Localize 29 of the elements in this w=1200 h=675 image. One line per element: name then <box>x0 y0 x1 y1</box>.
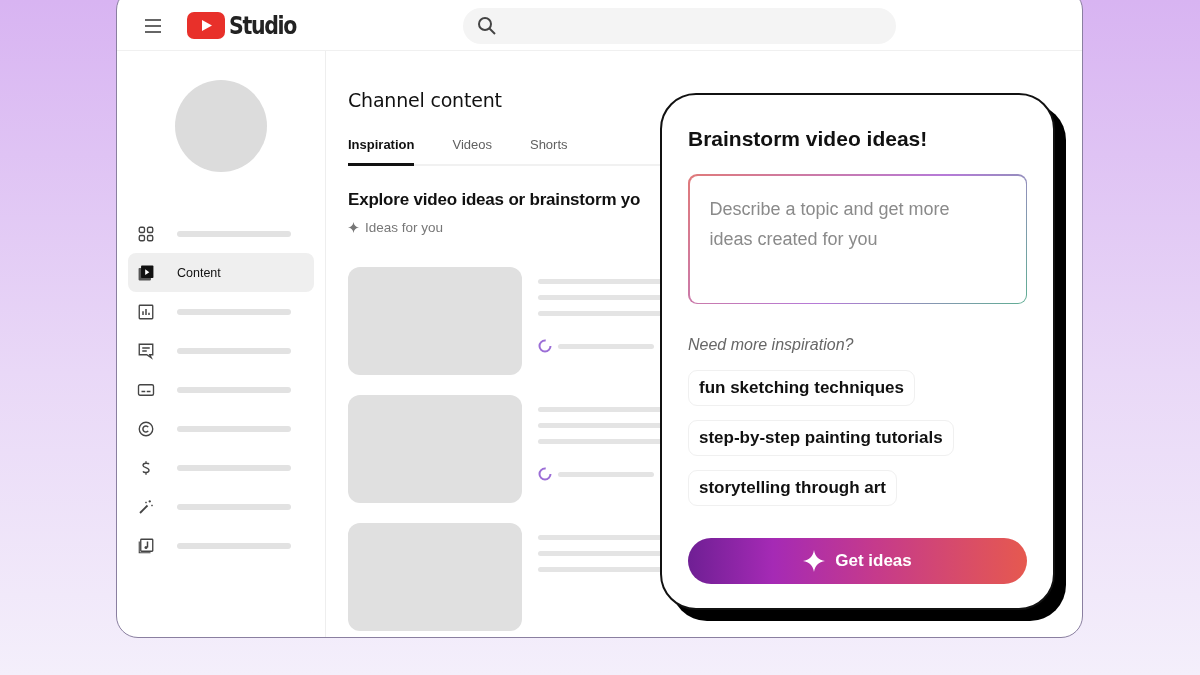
sparkle-icon <box>348 222 359 233</box>
logo-text: Studio <box>229 11 297 40</box>
comment-icon <box>137 341 155 360</box>
menu-icon[interactable] <box>143 17 163 34</box>
card-title: Brainstorm video ideas! <box>688 127 929 151</box>
suggestion-chip[interactable]: storytelling through art <box>688 470 897 506</box>
tab[interactable]: Videos <box>452 137 492 166</box>
page-title: Channel content <box>348 89 503 111</box>
section-heading: Explore video ideas or brainstorm yo <box>348 190 641 210</box>
ideas-label: Ideas for you <box>365 220 444 235</box>
tab[interactable]: Shorts <box>529 137 568 166</box>
sidebar-item[interactable]: Content <box>128 253 314 292</box>
get-ideas-button[interactable]: Get ideas <box>688 538 1027 584</box>
suggestion-chip[interactable]: fun sketching techniques <box>688 370 915 406</box>
loading-ring-icon <box>538 339 552 353</box>
suggestion-chip[interactable]: step-by-step painting tutorials <box>688 420 954 456</box>
copyright-icon <box>137 419 155 438</box>
play-logo-icon <box>187 12 225 39</box>
sparkle-icon <box>803 550 826 572</box>
topic-field[interactable]: Describe a topic and get more ideas created for you <box>688 174 1027 304</box>
inspiration-label: Need more inspiration? <box>688 336 855 354</box>
tab[interactable]: Inspiration <box>348 137 415 166</box>
grid-icon <box>137 224 155 243</box>
music-note-icon <box>137 536 155 555</box>
search-icon <box>476 15 497 36</box>
bar-chart-icon <box>137 302 155 321</box>
loading-ring-icon <box>538 467 552 481</box>
magic-wand-icon <box>137 497 155 516</box>
search-field[interactable] <box>462 7 896 44</box>
